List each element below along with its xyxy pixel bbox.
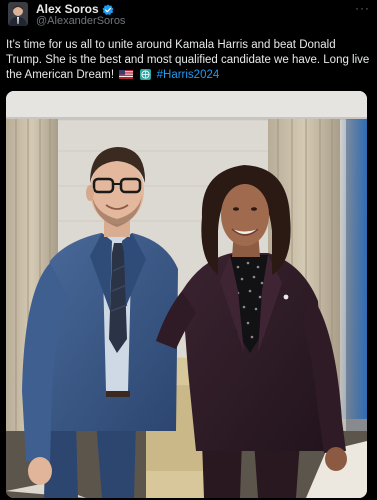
photo-image: [6, 91, 367, 498]
us-flag-icon: [119, 69, 134, 79]
author-display-name[interactable]: Alex Soros: [36, 2, 99, 16]
author-name-row[interactable]: Alex Soros: [36, 2, 114, 16]
avatar[interactable]: [8, 2, 28, 26]
tweet-header: Alex Soros @AlexanderSoros ···: [0, 0, 377, 34]
avatar-image: [8, 2, 28, 26]
hashtag-link[interactable]: #Harris2024: [157, 69, 220, 81]
globe-icon: [140, 69, 152, 80]
more-options-icon[interactable]: ···: [355, 2, 369, 14]
tweet-photo[interactable]: [6, 91, 367, 498]
tweet-text: It’s time for us all to unite around Kam…: [6, 38, 370, 83]
author-handle[interactable]: @AlexanderSoros: [36, 15, 125, 27]
verified-badge-icon: [102, 3, 114, 15]
